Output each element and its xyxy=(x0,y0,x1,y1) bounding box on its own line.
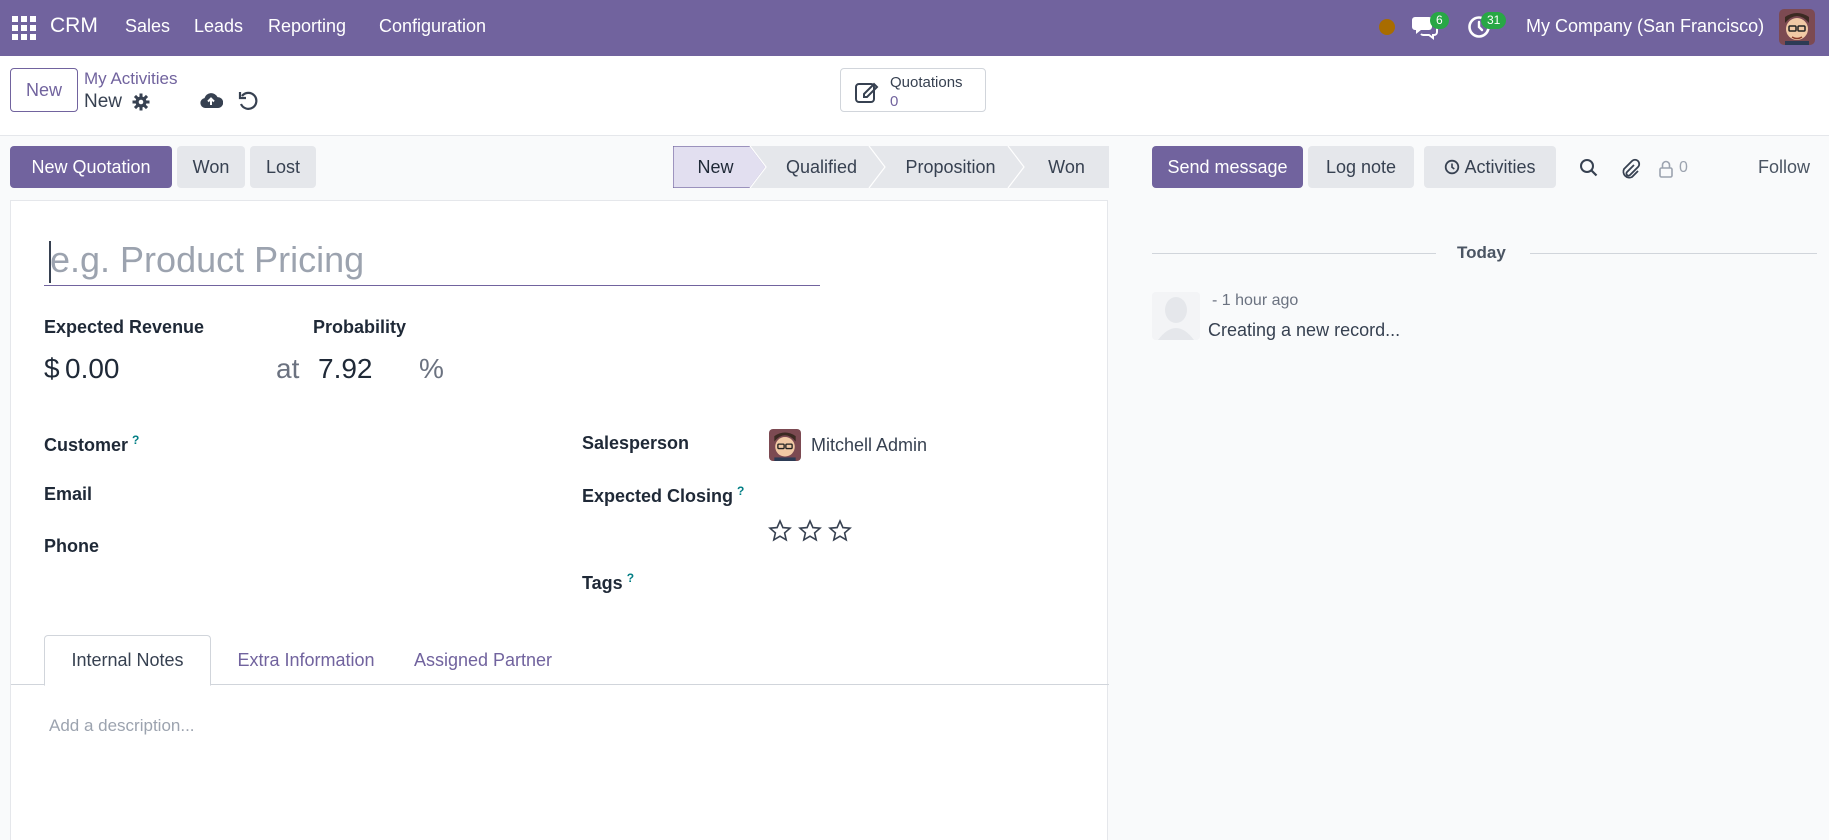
tab-assigned-partner[interactable]: Assigned Partner xyxy=(403,635,563,686)
breadcrumb-current: New xyxy=(84,91,123,112)
tab-internal-notes[interactable]: Internal Notes xyxy=(44,635,211,686)
star-icon[interactable] xyxy=(798,519,822,543)
log-note-button[interactable]: Log note xyxy=(1308,146,1414,188)
star-icon[interactable] xyxy=(828,519,852,543)
stage-proposition[interactable]: Proposition xyxy=(885,146,1016,188)
send-message-button[interactable]: Send message xyxy=(1152,146,1303,188)
customer-label: Customer? xyxy=(44,433,140,455)
message-body: Creating a new record... xyxy=(1208,320,1401,340)
company-switcher[interactable]: My Company (San Francisco) xyxy=(1526,16,1764,37)
date-separator-line xyxy=(1530,253,1817,254)
breadcrumb-my-activities[interactable]: My Activities xyxy=(84,69,178,89)
priority-stars xyxy=(768,519,852,543)
stage-new[interactable]: New xyxy=(673,146,758,188)
apps-grid-icon[interactable] xyxy=(12,16,36,40)
discard-undo-icon[interactable] xyxy=(237,90,259,112)
currency-symbol: $ xyxy=(44,353,60,384)
app-brand[interactable]: CRM xyxy=(50,14,98,38)
followers-lock-icon[interactable] xyxy=(1658,159,1674,184)
description-editor[interactable]: Add a description... xyxy=(49,716,195,736)
presence-status-icon[interactable] xyxy=(1379,19,1395,35)
tags-help-icon[interactable]: ? xyxy=(627,571,634,585)
date-separator-today: Today xyxy=(1457,243,1506,262)
menu-leads[interactable]: Leads xyxy=(194,16,243,37)
new-quotation-button[interactable]: New Quotation xyxy=(10,146,172,188)
phone-label: Phone xyxy=(44,536,100,556)
customer-help-icon[interactable]: ? xyxy=(132,433,139,447)
save-cloud-icon[interactable] xyxy=(199,90,224,112)
menu-configuration[interactable]: Configuration xyxy=(379,16,486,37)
user-avatar[interactable] xyxy=(1779,9,1815,45)
clock-icon xyxy=(1445,159,1460,175)
expected-revenue-input[interactable]: 0.00 xyxy=(65,353,120,385)
activities-button[interactable]: Activities xyxy=(1424,146,1556,188)
quotations-label: Quotations xyxy=(890,74,963,91)
salesperson-input[interactable]: Mitchell Admin xyxy=(811,435,927,456)
message-timestamp: - 1 hour ago xyxy=(1212,292,1299,309)
menu-reporting[interactable]: Reporting xyxy=(268,16,346,37)
edit-document-icon xyxy=(854,79,880,105)
activities-count-badge: 31 xyxy=(1481,12,1507,29)
message-author-avatar xyxy=(1152,292,1200,340)
salesperson-avatar xyxy=(769,429,801,461)
gear-icon[interactable] xyxy=(132,93,150,111)
won-button[interactable]: Won xyxy=(177,146,245,188)
email-label: Email xyxy=(44,484,93,504)
lost-button[interactable]: Lost xyxy=(250,146,316,188)
menu-sales[interactable]: Sales xyxy=(125,16,170,37)
date-separator-line xyxy=(1152,253,1436,254)
stage-qualified[interactable]: Qualified xyxy=(766,146,877,188)
activities-label: Activities xyxy=(1464,156,1536,177)
form-sheet: e.g. Product Pricing Expected Revenue Pr… xyxy=(10,200,1109,840)
quotations-count: 0 xyxy=(890,93,899,110)
new-record-button[interactable]: New xyxy=(10,68,78,112)
notebook-tabs: Internal Notes Extra Information Assigne… xyxy=(11,635,1109,686)
percent-label: % xyxy=(419,353,444,384)
text-caret xyxy=(49,241,51,283)
salesperson-label: Salesperson xyxy=(582,433,690,453)
expected-closing-help-icon[interactable]: ? xyxy=(737,484,744,498)
followers-count: 0 xyxy=(1679,159,1688,176)
at-label: at xyxy=(276,353,300,384)
quotations-smart-button[interactable]: Quotations 0 xyxy=(840,68,986,112)
expected-closing-label: Expected Closing? xyxy=(582,484,745,506)
probability-input[interactable]: 7.92 xyxy=(318,353,373,385)
messages-count-badge: 6 xyxy=(1430,12,1449,29)
title-placeholder: e.g. Product Pricing xyxy=(50,239,365,280)
top-navbar: CRM Sales Leads Reporting Configuration … xyxy=(0,0,1829,56)
tab-extra-information[interactable]: Extra Information xyxy=(221,635,391,686)
search-icon[interactable] xyxy=(1579,158,1599,183)
star-icon[interactable] xyxy=(768,519,792,543)
expected-revenue-label: Expected Revenue xyxy=(44,317,205,337)
control-panel: New My Activities New Quotations 0 xyxy=(0,56,1829,136)
follow-button[interactable]: Follow xyxy=(1758,157,1810,178)
paperclip-icon[interactable] xyxy=(1619,158,1641,185)
tags-label: Tags? xyxy=(582,571,635,593)
opportunity-title-input[interactable]: e.g. Product Pricing xyxy=(44,237,820,286)
probability-label: Probability xyxy=(313,317,407,337)
stage-won[interactable]: Won xyxy=(1024,146,1109,188)
